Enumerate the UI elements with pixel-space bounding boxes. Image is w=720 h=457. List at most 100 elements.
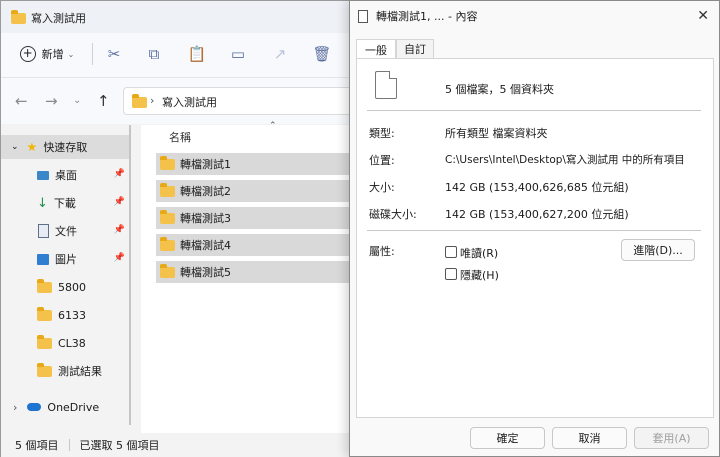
general-tab-panel: 5 個檔案，5 個資料夾 類型: 所有類型 檔案資料夾 位置: C:\Users… bbox=[356, 58, 714, 418]
sidebar-scrollbar[interactable] bbox=[129, 125, 131, 425]
address-input[interactable]: › 寫入測試用 bbox=[123, 87, 363, 115]
rename-icon: ▭ bbox=[230, 45, 246, 63]
plus-icon: + bbox=[19, 46, 36, 62]
pin-icon: 📌 bbox=[113, 197, 125, 207]
paste-button[interactable]: 📋 bbox=[186, 41, 208, 67]
rename-button[interactable]: ▭ bbox=[227, 41, 249, 67]
download-icon: ↓ bbox=[37, 195, 48, 211]
tab-general[interactable]: 一般 bbox=[356, 39, 396, 60]
trash-icon: 🗑 bbox=[312, 45, 332, 63]
sidebar-item-test-results[interactable]: 測試結果 bbox=[1, 359, 129, 383]
sidebar-item-documents[interactable]: 文件 📌 bbox=[1, 219, 129, 243]
apply-button[interactable]: 套用(A) bbox=[634, 427, 709, 449]
sidebar-item-5800[interactable]: 5800 bbox=[1, 275, 129, 299]
chevron-right-icon: › bbox=[13, 400, 18, 414]
back-icon[interactable]: ← bbox=[15, 92, 28, 110]
file-row[interactable]: 轉檔測試4 bbox=[156, 234, 356, 256]
file-list: ⌃ 名稱 轉檔測試1 轉檔測試2 轉檔測試3 轉檔測試4 轉檔測試5 bbox=[141, 121, 356, 433]
location-label: 位置: bbox=[369, 154, 395, 167]
column-header-name[interactable]: 名稱 bbox=[169, 129, 191, 145]
sidebar-item-desktop[interactable]: 桌面 📌 bbox=[1, 163, 129, 187]
forward-icon[interactable]: → bbox=[45, 92, 58, 110]
readonly-checkbox[interactable]: 唯讀(R) bbox=[445, 245, 515, 260]
sidebar-item-label: OneDrive bbox=[47, 400, 100, 414]
file-icon bbox=[358, 9, 368, 23]
chevron-down-icon[interactable]: ⌄ bbox=[73, 95, 81, 106]
dialog-titlebar: 轉檔測試1, ... - 內容 ✕ bbox=[350, 1, 719, 31]
explorer-title: 寫入測試用 bbox=[31, 12, 86, 25]
share-button[interactable]: ↗ bbox=[269, 41, 291, 67]
tab-label: 自訂 bbox=[404, 43, 426, 56]
sidebar-item-label: 測試結果 bbox=[58, 365, 102, 378]
close-icon[interactable]: ✕ bbox=[697, 8, 709, 24]
delete-button[interactable]: 🗑 bbox=[311, 41, 333, 67]
scissors-icon: ✂ bbox=[107, 45, 121, 63]
folder-icon bbox=[37, 362, 52, 377]
hidden-label: 隱藏(H) bbox=[460, 269, 499, 282]
share-icon: ↗ bbox=[273, 45, 287, 63]
checkbox-box bbox=[445, 246, 457, 258]
status-bar: 5 個項目 已選取 5 個項目 bbox=[1, 433, 361, 457]
sidebar-item-downloads[interactable]: ↓ 下載 📌 bbox=[1, 191, 129, 215]
file-name: 轉檔測試3 bbox=[180, 212, 231, 225]
document-icon bbox=[38, 224, 49, 238]
folder-icon bbox=[160, 236, 175, 251]
properties-dialog: 轉檔測試1, ... - 內容 ✕ 一般 自訂 5 個檔案，5 個資料夾 類型:… bbox=[349, 0, 720, 457]
folder-icon bbox=[160, 209, 175, 224]
file-row[interactable]: 轉檔測試2 bbox=[156, 180, 356, 202]
copy-button[interactable]: ⧉ bbox=[143, 41, 165, 67]
sidebar-item-cl38[interactable]: CL38 bbox=[1, 331, 129, 355]
cancel-button[interactable]: 取消 bbox=[552, 427, 627, 449]
file-row[interactable]: 轉檔測試5 bbox=[156, 261, 356, 283]
file-row[interactable]: 轉檔測試3 bbox=[156, 207, 356, 229]
new-button[interactable]: + 新增 ⌄ bbox=[17, 41, 77, 67]
selected-count: 已選取 5 個項目 bbox=[79, 439, 160, 452]
tab-custom[interactable]: 自訂 bbox=[396, 39, 434, 59]
sidebar-item-label: 6133 bbox=[58, 308, 86, 322]
copy-icon: ⧉ bbox=[148, 45, 160, 63]
sidebar-item-label: CL38 bbox=[58, 336, 86, 350]
picture-icon bbox=[37, 253, 49, 265]
status-divider bbox=[68, 439, 70, 451]
sidebar-item-6133[interactable]: 6133 bbox=[1, 303, 129, 327]
folder-icon bbox=[160, 182, 175, 197]
folder-icon bbox=[160, 263, 175, 278]
up-icon[interactable]: ↑ bbox=[97, 92, 110, 110]
desktop-icon bbox=[37, 170, 49, 180]
cancel-label: 取消 bbox=[578, 432, 601, 445]
cut-button[interactable]: ✂ bbox=[103, 41, 125, 67]
sidebar-item-label: 下載 bbox=[53, 197, 76, 210]
new-label: 新增 bbox=[41, 48, 64, 61]
chevron-down-icon: ⌄ bbox=[67, 49, 75, 59]
divider bbox=[367, 230, 701, 231]
ok-label: 確定 bbox=[496, 432, 519, 445]
checkbox-box bbox=[445, 268, 457, 280]
ok-button[interactable]: 確定 bbox=[470, 427, 545, 449]
item-count: 5 個項目 bbox=[15, 439, 59, 452]
sidebar-item-label: 5800 bbox=[58, 280, 86, 294]
multiple-files-icon bbox=[375, 71, 397, 99]
file-name: 轉檔測試4 bbox=[180, 239, 231, 252]
pin-icon: 📌 bbox=[113, 225, 125, 235]
pin-icon: 📌 bbox=[113, 169, 125, 179]
pin-icon: 📌 bbox=[113, 253, 125, 263]
file-name: 轉檔測試1 bbox=[180, 158, 231, 171]
sidebar-item-quick-access[interactable]: ⌄ ★ 快速存取 bbox=[1, 135, 129, 159]
size-label: 大小: bbox=[369, 181, 395, 194]
size-on-disk-label: 磁碟大小: bbox=[369, 208, 417, 221]
sidebar-item-onedrive[interactable]: › OneDrive bbox=[1, 395, 129, 419]
advanced-button[interactable]: 進階(D)... bbox=[621, 239, 695, 261]
sidebar-item-pictures[interactable]: 圖片 📌 bbox=[1, 247, 129, 271]
divider bbox=[367, 110, 701, 111]
address-path: 寫入測試用 bbox=[162, 96, 217, 109]
hidden-checkbox[interactable]: 隱藏(H) bbox=[445, 267, 515, 282]
sort-ascending-icon[interactable]: ⌃ bbox=[269, 121, 277, 131]
tab-label: 一般 bbox=[365, 44, 387, 57]
size-value: 142 GB (153,400,626,685 位元組) bbox=[445, 181, 629, 194]
file-row[interactable]: 轉檔測試1 bbox=[156, 153, 356, 175]
toolbar-divider bbox=[92, 43, 93, 65]
selection-summary: 5 個檔案，5 個資料夾 bbox=[445, 83, 554, 96]
size-on-disk-value: 142 GB (153,400,627,200 位元組) bbox=[445, 208, 629, 221]
folder-icon bbox=[11, 10, 26, 24]
chevron-down-icon: ⌄ bbox=[11, 142, 19, 152]
